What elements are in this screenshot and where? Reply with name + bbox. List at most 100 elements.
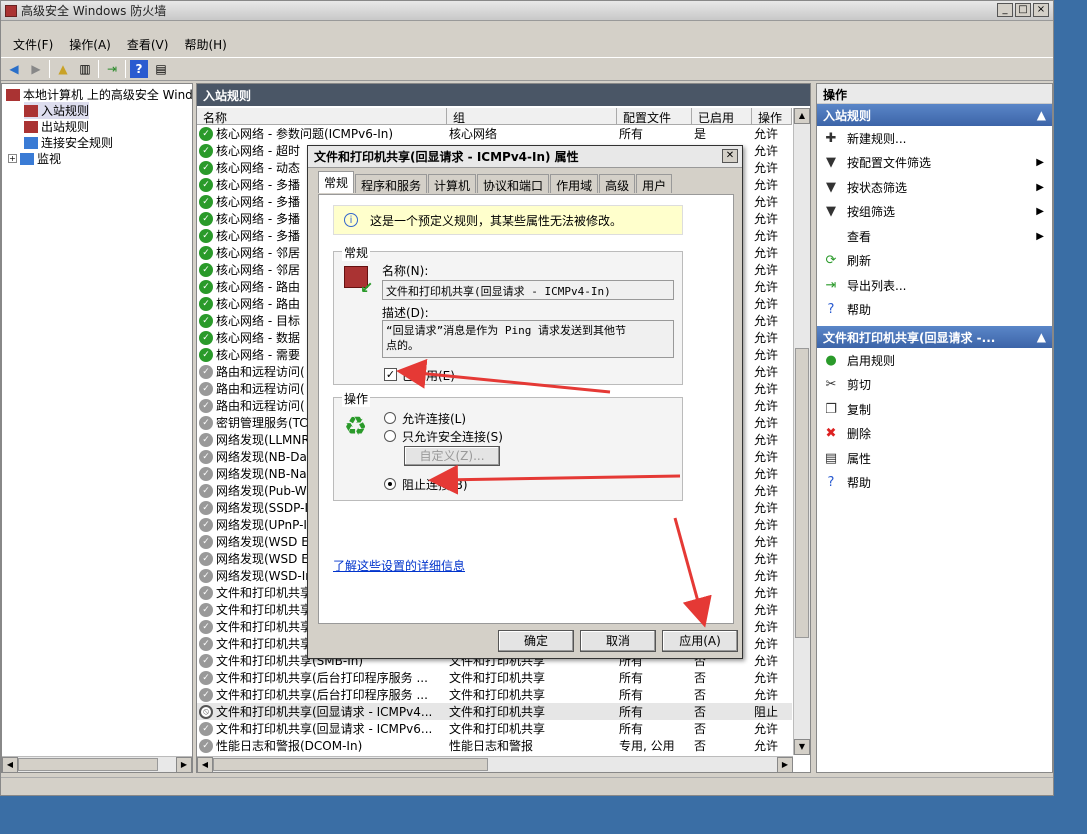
table-row[interactable]: ✓ 文件和打印机共享(回显请求 - ICMPv6... 文件和打印机共享 所有 否 允许 [197,720,792,737]
disabled-rule-icon: ✓ [199,585,213,600]
action-item[interactable]: ▤ 属性 [817,446,1052,471]
block-radio[interactable] [384,478,396,490]
up-folder-icon[interactable]: ▲ [54,60,72,78]
col-group[interactable]: 组 [447,108,617,124]
action-item[interactable]: ❐ 复制 [817,397,1052,422]
recycle-icon: ♻ [344,412,368,442]
expand-icon[interactable]: + [8,154,17,163]
table-row[interactable]: ⦸ 文件和打印机共享(回显请求 - ICMPv4... 文件和打印机共享 所有 否 阻止 [197,703,792,720]
action-item[interactable]: ✂ 剪切 [817,373,1052,398]
action-item[interactable]: ● 启用规则 [817,348,1052,373]
forward-icon[interactable]: ▶ [27,60,45,78]
export-icon[interactable]: ⇥ [103,60,121,78]
tree-item-inbound[interactable]: 入站规则 [24,102,90,119]
name-label: 名称(N): [382,264,429,278]
menu-view[interactable]: 查看(V) [119,34,177,54]
action-item[interactable]: ▼ 按状态筛选 ▶ [817,175,1052,200]
col-action[interactable]: 操作 [752,108,792,124]
action-item[interactable]: ? 帮助 [817,471,1052,496]
submenu-arrow-icon: ▶ [1036,181,1044,193]
enabled-checkbox[interactable]: ✓ [384,368,397,381]
rule-name: 文件和打印机共享(后台打印程序服务 ... [216,688,428,702]
col-enabled[interactable]: 已启用 [692,108,752,124]
allow-secure-radio[interactable] [384,430,396,442]
table-row[interactable]: ✓ 文件和打印机共享(后台打印程序服务 ... 文件和打印机共享 所有 否 允许 [197,669,792,686]
action-item[interactable]: ▼ 按配置文件筛选 ▶ [817,151,1052,176]
ok-button[interactable]: 确定 [498,630,574,652]
rule-profile: 专用, 公用 [619,739,675,753]
tree-item-connection-security[interactable]: 连接安全规则 [24,134,113,151]
actions-section-rule[interactable]: 文件和打印机共享(回显请求 -... ▲ [817,326,1052,348]
rule-name: 核心网络 - 数据 [216,331,300,345]
dialog-title: 文件和打印机共享(回显请求 - ICMPv4-In) 属性 [308,146,742,168]
help-icon: ? [827,475,835,491]
enabled-rule-icon: ✓ [199,228,213,243]
rule-name: 文件和打印机共享 [216,620,313,634]
rule-group: 文件和打印机共享 [449,688,546,702]
enabled-rule-icon: ✓ [199,194,213,209]
help-icon: ? [827,302,835,318]
rule-name: 网络发现(NB-Nam [216,467,319,481]
back-icon[interactable]: ◀ [5,60,23,78]
tab-protocols[interactable]: 协议和端口 [477,174,550,193]
disabled-rule-icon: ✓ [199,381,213,396]
tab-advanced[interactable]: 高级 [599,174,636,193]
rules-hscrollbar[interactable]: ◀ ▶ [197,756,793,773]
table-row[interactable]: ✓ 文件和打印机共享(后台打印程序服务 ... 文件和打印机共享 所有 否 允许 [197,686,792,703]
action-item[interactable]: 查看 ▶ [817,224,1052,249]
show-tree-icon[interactable]: ▥ [76,60,94,78]
table-row[interactable]: ✓ 性能日志和警报(DCOM-In) 性能日志和警报 专用, 公用 否 允许 [197,737,792,754]
tab-scope[interactable]: 作用域 [550,174,599,193]
tree-item-outbound[interactable]: 出站规则 [24,118,89,135]
cancel-button[interactable]: 取消 [580,630,656,652]
tab-general[interactable]: 常规 [318,171,355,193]
actions-section-inbound[interactable]: 入站规则 ▲ [817,104,1052,126]
name-field[interactable]: 文件和打印机共享(回显请求 - ICMPv4-In) [382,280,674,300]
menu-file[interactable]: 文件(F) [5,34,61,54]
disabled-rule-icon: ✓ [199,415,213,430]
tree-root[interactable]: 本地计算机 上的高级安全 Wind [6,86,193,103]
action-item[interactable]: ? 帮助 [817,298,1052,323]
rule-name: 路由和远程访问( [216,399,305,413]
rule-name: 核心网络 - 参数问题(ICMPv6-In) [216,127,394,141]
rule-name: 文件和打印机共享 [216,637,313,651]
help-icon[interactable]: ? [130,60,148,78]
action-item[interactable]: ⇥ 导出列表... [817,273,1052,298]
rule-name: 核心网络 - 邻居 [216,246,300,260]
rules-vscrollbar[interactable]: ▲ ▼ [793,108,810,755]
tab-programs[interactable]: 程序和服务 [355,174,428,193]
menu-action[interactable]: 操作(A) [61,34,119,54]
tab-computers[interactable]: 计算机 [428,174,477,193]
menu-help[interactable]: 帮助(H) [176,34,234,54]
apply-button[interactable]: 应用(A) [662,630,738,652]
collapse-icon[interactable]: ▲ [1037,330,1046,344]
col-profile[interactable]: 配置文件 [617,108,692,124]
rule-name: 核心网络 - 超时 [216,144,300,158]
delete-icon: ✖ [825,426,837,442]
action-item[interactable]: ⟳ 刷新 [817,249,1052,274]
tree-hscrollbar[interactable]: ◀ ▶ [2,756,192,773]
action-item[interactable]: ▼ 按组筛选 ▶ [817,200,1052,225]
action-item[interactable]: ✚ 新建规则... [817,126,1052,151]
action-pane-icon[interactable]: ▤ [152,60,170,78]
table-row[interactable]: ✓ 核心网络 - 参数问题(ICMPv6-In) 核心网络 所有 是 允许 [197,125,792,142]
rule-name: 网络发现(SSDP-I [216,501,308,515]
general-group: 常规 ↙ 名称(N): 文件和打印机共享(回显请求 - ICMPv4-In) 描… [333,244,683,385]
minimize-button[interactable]: _ [997,3,1013,17]
tree-item-monitor[interactable]: + 监视 [8,150,61,167]
close-button[interactable]: × [1033,3,1049,17]
rule-name: 文件和打印机共享(回显请求 - ICMPv6... [216,722,433,736]
dialog-close-button[interactable]: ✕ [722,149,738,163]
collapse-icon[interactable]: ▲ [1037,108,1046,122]
learn-more-link[interactable]: 了解这些设置的详细信息 [333,557,465,574]
rules-pane-title: 入站规则 [197,84,810,106]
action-item[interactable]: ✖ 删除 [817,422,1052,447]
maximize-button[interactable]: □ [1015,3,1031,17]
allow-radio[interactable] [384,412,396,424]
tab-users[interactable]: 用户 [636,174,673,193]
description-field[interactable]: “回显请求”消息是作为 Ping 请求发送到其他节 点的。 [382,320,674,358]
col-name[interactable]: 名称 [197,108,447,124]
disabled-rule-icon: ✓ [199,568,213,583]
disabled-rule-icon: ✓ [199,517,213,532]
customize-button[interactable]: 自定义(Z)... [404,446,500,466]
